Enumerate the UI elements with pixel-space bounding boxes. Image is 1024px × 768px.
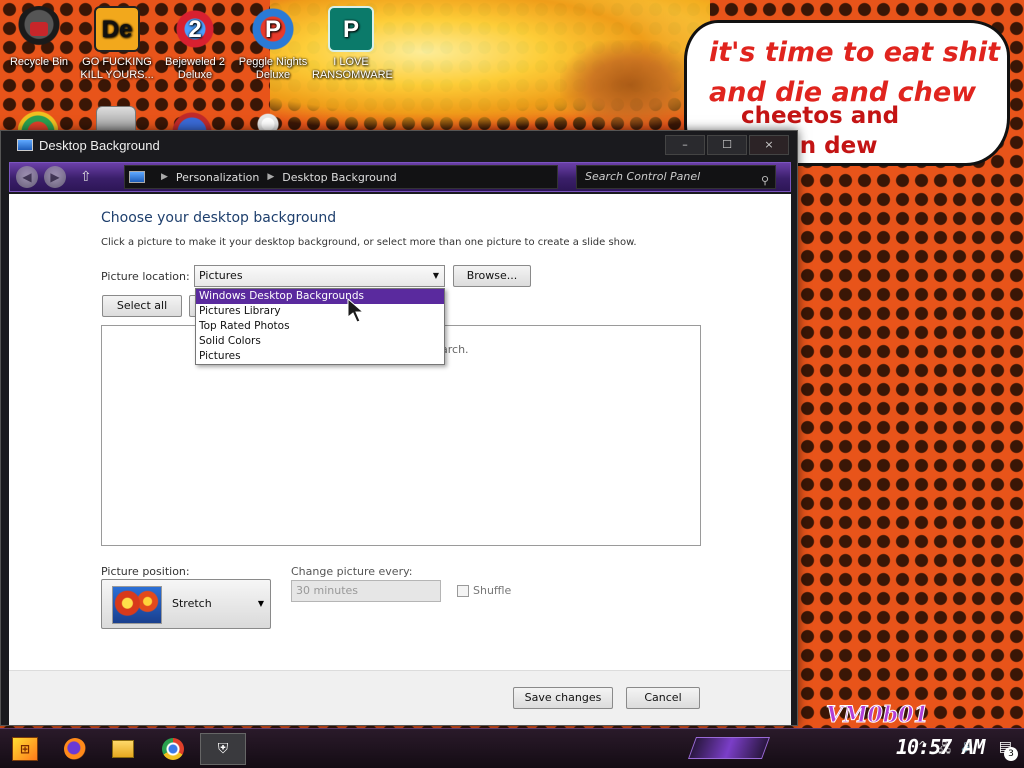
window-title: Desktop Background (39, 137, 160, 153)
maximize-button[interactable]: ☐ (707, 135, 747, 155)
shuffle-label: Shuffle (473, 584, 512, 597)
notification-badge: 3 (1004, 747, 1018, 761)
save-changes-button[interactable]: Save changes (513, 687, 613, 709)
change-every-label: Change picture every: (291, 565, 413, 578)
window-controls: – ☐ × (665, 135, 789, 155)
breadcrumb-chevron-icon: ▶ (267, 172, 275, 182)
taskbar-firefox[interactable] (62, 733, 88, 765)
page-description: Click a picture to make it your desktop … (101, 237, 637, 248)
main-content: Choose your desktop background Click a p… (9, 194, 791, 670)
close-button[interactable]: × (749, 135, 789, 155)
desktop-icon-kill[interactable]: De GO FUCKING KILL YOURS... (78, 6, 156, 82)
publisher-icon-glyph: P (342, 15, 359, 43)
dropdown-option-windows-desktop-backgrounds[interactable]: Windows Desktop Backgrounds (196, 289, 444, 304)
bejeweled-icon-glyph: 2 (188, 15, 202, 43)
picture-position-select[interactable]: Stretch ▼ (101, 579, 271, 629)
picture-location-label: Picture location: (101, 270, 190, 283)
search-placeholder: Search Control Panel (585, 170, 701, 183)
address-bar[interactable]: ▶ Personalization ▶ Desktop Background (124, 165, 558, 189)
taskbar-file-explorer[interactable] (110, 733, 136, 765)
taskbar-chrome[interactable] (160, 733, 186, 765)
up-arrow-icon[interactable]: ⇧ (80, 169, 92, 185)
start-logo-icon: ⊞ (12, 737, 38, 761)
dropdown-option-pictures[interactable]: Pictures (196, 349, 444, 364)
dle-icon: De (94, 6, 140, 52)
bubble-line-1: it's time to eat shit (709, 37, 1001, 68)
chrome-icon (162, 738, 184, 760)
change-every-select[interactable]: 30 minutes (291, 580, 441, 602)
picture-position-value: Stretch (172, 597, 212, 610)
flower-desktop-icon[interactable] (252, 106, 292, 132)
recycle-bin-icon (16, 6, 62, 52)
desktop-icon-bejeweled[interactable]: 2 Bejeweled 2 Deluxe (156, 6, 234, 82)
wallpaper-flame-art-2 (560, 40, 700, 130)
forward-button[interactable]: ▶ (44, 166, 66, 188)
taskbar-security[interactable]: ⛨ (200, 733, 246, 765)
desktop-icon-label: Recycle Bin (9, 56, 69, 68)
wallpaper-thumbnail (112, 586, 162, 624)
picture-position-label: Picture position: (101, 565, 190, 578)
dropdown-option-solid-colors[interactable]: Solid Colors (196, 334, 444, 349)
mouse-cursor-icon (347, 298, 365, 323)
shuffle-checkbox[interactable]: Shuffle (457, 584, 511, 597)
search-input[interactable]: Search Control Panel ⚲ (576, 165, 776, 189)
publisher-icon: P (328, 6, 374, 52)
browse-button[interactable]: Browse... (453, 265, 531, 287)
minimize-button[interactable]: – (665, 135, 705, 155)
desktop-icon-label: Peggle Nights Deluxe (238, 56, 308, 81)
bejeweled-icon: 2 (172, 6, 218, 52)
dropdown-option-pictures-library[interactable]: Pictures Library (196, 304, 444, 319)
file-explorer-icon (112, 740, 134, 758)
browser-desktop-icon[interactable] (172, 106, 212, 132)
peggle-icon: P (250, 6, 296, 52)
picture-location-dropdown[interactable]: Windows Desktop Backgrounds Pictures Lib… (195, 288, 445, 365)
breadcrumb-desktop-background[interactable]: Desktop Background (282, 171, 397, 184)
change-every-value: 30 minutes (296, 584, 359, 597)
navigation-bar: ◀ ▶ ⇧ ▶ Personalization ▶ Desktop Backgr… (9, 162, 791, 192)
page-title: Choose your desktop background (101, 210, 337, 226)
footer-bar: Save changes Cancel (9, 670, 791, 725)
dropdown-option-top-rated-photos[interactable]: Top Rated Photos (196, 319, 444, 334)
firefox-icon (64, 738, 86, 760)
desktop-icon-label: I LOVE RANSOMWARE (312, 56, 393, 81)
dle-icon-glyph: De (101, 15, 133, 43)
desktop-background-window: Desktop Background – ☐ × ◀ ▶ ⇧ ▶ Persona… (0, 130, 798, 726)
desktop-icon-peggle[interactable]: P Peggle Nights Deluxe (234, 6, 312, 82)
desktop-icon-ransomware[interactable]: P I LOVE RANSOMWARE (312, 6, 393, 82)
picture-list-message: arch. (441, 343, 469, 356)
chevron-down-icon: ▼ (257, 599, 264, 608)
peggle-icon-glyph: P (264, 15, 281, 43)
search-icon[interactable]: ⚲ (761, 170, 769, 192)
control-panel-icon (17, 139, 33, 151)
chevron-down-icon: ▼ (432, 271, 439, 280)
desktop-icon-label: GO FUCKING KILL YOURS... (80, 56, 154, 81)
select-all-button[interactable]: Select all (102, 295, 182, 317)
checkbox-box[interactable] (457, 584, 469, 597)
desktop-icon-recycle-bin[interactable]: Recycle Bin (0, 6, 78, 69)
bubble-line-3: cheetos and (741, 103, 900, 129)
back-button[interactable]: ◀ (16, 166, 38, 188)
taskbar: ⊞ ⛨ ^ 🖧 🔈 10:57 AM ▤ 3 (0, 728, 1024, 768)
breadcrumb-chevron-icon: ▶ (161, 172, 168, 182)
chrome-desktop-icon[interactable] (18, 106, 58, 132)
control-panel-icon (129, 171, 145, 183)
cancel-button[interactable]: Cancel (626, 687, 700, 709)
windows-stack-icon[interactable] (96, 106, 136, 132)
shield-icon: ⛨ (217, 741, 229, 757)
watermark-text: VM0b01 (826, 702, 930, 729)
picture-location-value: Pictures (199, 269, 243, 282)
picture-location-select[interactable]: Pictures ▼ (194, 265, 445, 287)
desktop-icon-label: Bejeweled 2 Deluxe (165, 56, 225, 81)
start-button[interactable]: ⊞ (8, 733, 42, 765)
taskbar-decoration (687, 737, 771, 759)
taskbar-clock[interactable]: 10:57 AM (896, 735, 985, 759)
notification-center-button[interactable]: ▤ 3 (999, 739, 1018, 761)
breadcrumb-personalization[interactable]: Personalization (176, 171, 259, 184)
